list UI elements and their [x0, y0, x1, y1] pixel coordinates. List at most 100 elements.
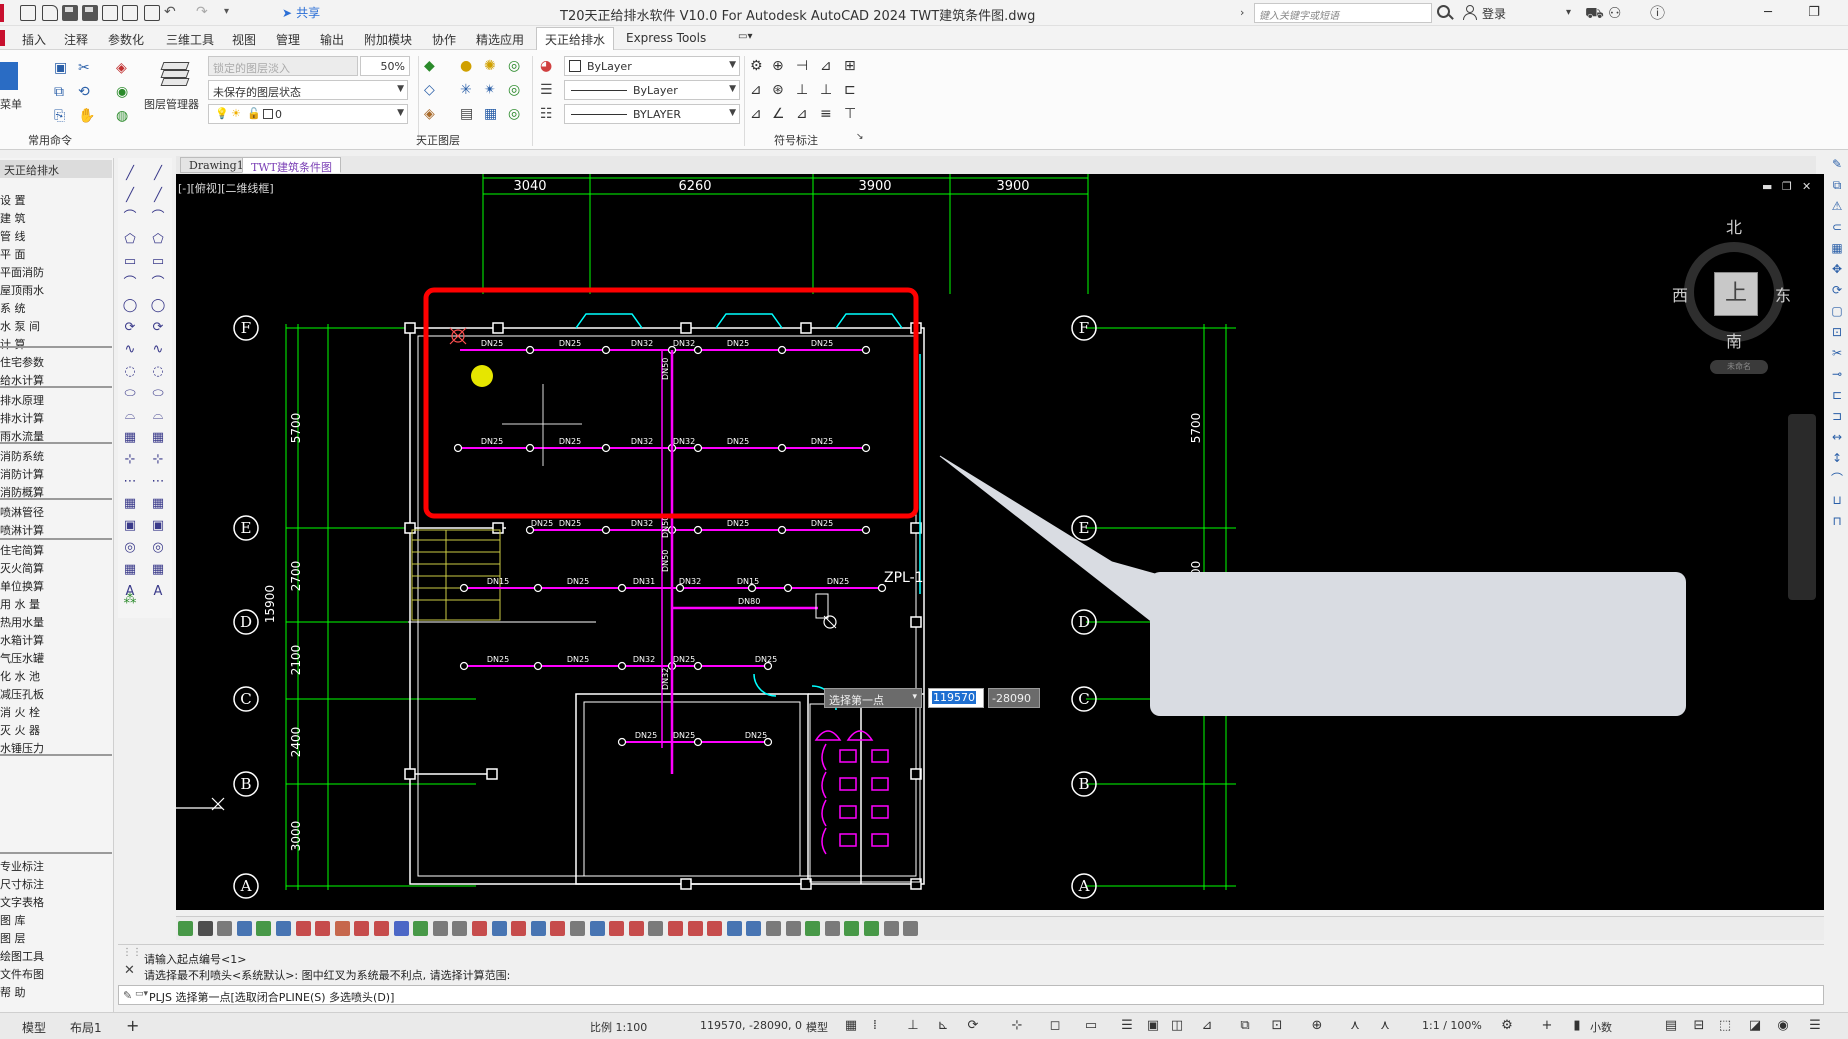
color-select[interactable]: ByLayer ▼	[564, 56, 740, 76]
symbol-tool-icon[interactable]: ⊏	[844, 82, 856, 98]
draw-tool-icon[interactable]: ▦	[150, 562, 166, 578]
palette-item[interactable]: 绘图工具	[0, 948, 44, 964]
tangent-tool-icon[interactable]	[589, 921, 605, 936]
tab-manage[interactable]: 管理	[276, 31, 300, 48]
palette-item[interactable]: 住宅参数	[0, 354, 44, 370]
palette-item[interactable]: 消防计算	[0, 466, 44, 482]
save-web-icon[interactable]	[122, 5, 138, 21]
draw-tool-icon[interactable]: ◎	[122, 540, 138, 556]
connect-icon[interactable]: ⚇	[1608, 3, 1621, 23]
viewcube-top-face[interactable]: 上	[1714, 272, 1758, 316]
viewcube-south[interactable]: 南	[1726, 328, 1742, 352]
isolate-objects-icon[interactable]: ⬚	[1718, 1019, 1732, 1033]
symbol-tool-icon[interactable]: ⊥	[820, 82, 832, 98]
layer-off-icon[interactable]: ✺	[484, 58, 496, 74]
draw-tool-icon[interactable]: ⌒	[150, 210, 166, 226]
tab-express-tools[interactable]: Express Tools	[626, 31, 706, 45]
tangent-tool-icon[interactable]	[511, 921, 527, 936]
viewport-minimize-icon[interactable]: ▬	[1762, 180, 1772, 193]
ortho-icon[interactable]: ⊥	[906, 1019, 920, 1033]
palette-item[interactable]: 平面消防	[0, 264, 44, 280]
quick-access-dropdown-icon[interactable]: ▾	[224, 3, 229, 21]
tangent-tool-icon[interactable]	[197, 921, 213, 936]
color-wheel-icon[interactable]: ◕	[540, 58, 552, 74]
symbol-tool-icon[interactable]: ⊥	[796, 82, 808, 98]
search-input[interactable]: 键入关键字或短语	[1254, 3, 1432, 23]
paste-icon[interactable]: ⎘	[54, 108, 65, 124]
restore-button[interactable]: ❐	[1791, 0, 1837, 26]
customization-icon[interactable]: ☰	[1808, 1019, 1822, 1033]
annotation-scale[interactable]: 1:1 / 100%	[1422, 1019, 1482, 1032]
draw-tool-icon[interactable]: ⊹	[122, 452, 138, 468]
3d-osnap-icon[interactable]: ⊿	[1200, 1019, 1214, 1033]
viewport-restore-icon[interactable]: ❐	[1782, 180, 1792, 193]
login-dropdown-icon[interactable]: ▾	[1566, 3, 1571, 23]
modify-tool-icon[interactable]: ⊓	[1829, 513, 1845, 529]
new-file-icon[interactable]	[20, 5, 36, 21]
dynamic-ucs-icon[interactable]: ⧉	[1238, 1019, 1252, 1033]
print-icon[interactable]	[144, 5, 160, 21]
draw-tool-icon[interactable]: A	[150, 584, 166, 600]
tangent-tool-icon[interactable]	[746, 921, 762, 936]
tangent-tool-icon[interactable]	[276, 921, 291, 936]
tab-annotate[interactable]: 注释	[64, 31, 88, 48]
drawing-scale[interactable]: 比例 1:100	[590, 1019, 647, 1035]
help-icon[interactable]: ⓘ	[1650, 3, 1665, 23]
tab-model[interactable]: 模型	[22, 1019, 46, 1036]
lineweight-select[interactable]: BYLAYER ▼	[564, 104, 740, 124]
palette-item[interactable]: 水 泵 间	[0, 318, 40, 334]
layer-walk-icon[interactable]: ◍	[116, 108, 128, 124]
tangent-tool-icon[interactable]	[707, 921, 723, 936]
draw-tool-icon[interactable]: ▣	[150, 518, 166, 534]
tangent-tool-icon[interactable]	[354, 921, 370, 936]
cart-icon[interactable]: ⛟	[1585, 3, 1604, 23]
tab-insert[interactable]: 插入	[22, 31, 46, 48]
draw-tool-icon[interactable]: ⟳	[150, 320, 166, 336]
draw-tool-icon[interactable]: ⌒	[122, 276, 138, 292]
modify-tool-icon[interactable]: ✥	[1829, 261, 1845, 277]
annotation-visible-icon[interactable]: ⋏	[1348, 1019, 1362, 1033]
ribbon-options-icon[interactable]: ▭▾	[738, 31, 752, 42]
symbol-tool-icon[interactable]: ⊣	[796, 58, 808, 74]
lock-ui-icon[interactable]: ⊟	[1692, 1019, 1706, 1033]
layer-merge-icon[interactable]: ◈	[424, 106, 435, 122]
palette-item[interactable]: 热用水量	[0, 614, 44, 630]
open-web-icon[interactable]	[102, 5, 118, 21]
command-grip-icon[interactable]: ⋮⋮	[122, 947, 142, 958]
tangent-tool-icon[interactable]	[432, 921, 448, 936]
navigation-bar[interactable]	[1788, 414, 1816, 600]
draw-tool-icon[interactable]: ▦	[122, 496, 138, 512]
draw-tool-icon[interactable]: ⬭	[122, 386, 138, 402]
tangent-tool-icon[interactable]	[726, 921, 742, 936]
tangent-tool-icon[interactable]	[374, 921, 389, 936]
polar-icon[interactable]: ⊾	[936, 1019, 950, 1033]
viewport-close-icon[interactable]: ✕	[1802, 180, 1811, 193]
close-icon[interactable]: ✕	[124, 963, 135, 978]
drawing-viewport[interactable]: 3040 6260 3900 3900 5700 2700 2100 2400 3000 1590…	[176, 174, 1824, 910]
minimize-button[interactable]: ─	[1745, 0, 1791, 26]
draw-tool-icon[interactable]: ▭	[150, 254, 166, 270]
share-button[interactable]: 共享	[282, 4, 320, 21]
pan-hand-icon[interactable]: ✋	[78, 108, 95, 124]
symbol-tool-icon[interactable]: ⚙	[750, 58, 763, 74]
layer-on-icon[interactable]: ◎	[508, 58, 520, 74]
palette-item[interactable]: 计 算	[0, 336, 26, 352]
draw-tool-icon[interactable]: ╱	[122, 166, 138, 182]
tangent-tool-icon[interactable]	[413, 921, 429, 936]
tangent-tool-icon[interactable]	[824, 921, 840, 936]
viewcube-north[interactable]: 北	[1726, 214, 1742, 238]
symbol-tool-icon[interactable]: ⊕	[772, 58, 784, 74]
draw-tool-icon[interactable]: ⋯	[122, 474, 138, 490]
lock-icon[interactable]: ▤	[460, 106, 473, 122]
workspace-gear-icon[interactable]: ⚙	[1500, 1019, 1514, 1033]
2d-osnap-icon[interactable]: ▭	[1084, 1019, 1098, 1033]
clean-screen-icon[interactable]: ◉	[1776, 1019, 1790, 1033]
tangent-tool-icon[interactable]	[844, 921, 860, 936]
draw-tool-icon[interactable]: ⌓	[122, 408, 138, 424]
modify-tool-icon[interactable]: ↕	[1829, 450, 1845, 466]
tab-layout1[interactable]: 布局1	[70, 1019, 102, 1036]
tangent-tool-icon[interactable]	[550, 921, 566, 936]
palette-item[interactable]: 单位换算	[0, 578, 44, 594]
symbol-tool-icon[interactable]: ⊿	[750, 82, 762, 98]
draw-tool-icon[interactable]: ⊹	[150, 452, 166, 468]
